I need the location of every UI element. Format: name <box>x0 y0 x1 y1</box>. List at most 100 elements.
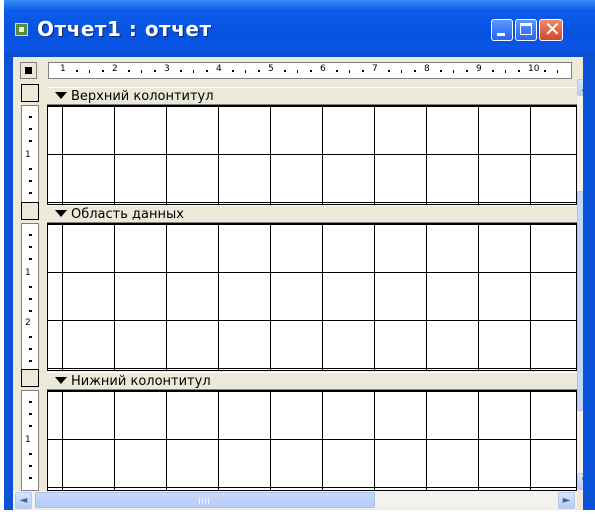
ruler-label: 6 <box>320 64 326 74</box>
section-selector-page-footer[interactable] <box>21 369 39 387</box>
ruler-tick <box>505 70 506 73</box>
grip-line <box>205 498 206 504</box>
ruler-tick <box>76 70 78 72</box>
grip-line <box>199 498 200 504</box>
section-arrow-icon <box>55 92 67 99</box>
ruler-label: 1 <box>60 64 66 74</box>
ruler-tick <box>89 70 90 73</box>
detail-grid[interactable] <box>47 223 577 371</box>
ruler-tick <box>29 348 32 350</box>
maximize-button[interactable] <box>515 19 537 41</box>
vertical-scroll-thumb[interactable] <box>577 191 583 411</box>
ruler-tick <box>232 70 234 72</box>
ruler-tick <box>492 70 494 72</box>
ruler-tick <box>336 70 338 72</box>
ruler-label: 8 <box>424 64 430 74</box>
section-arrow-icon <box>55 377 67 384</box>
minimize-button[interactable] <box>491 19 513 41</box>
report-design-area: 1 2 3 4 5 6 7 8 9 10 Верхний колонтитул 1 Область… <box>13 57 583 510</box>
ruler-tick <box>141 70 142 73</box>
ruler-tick <box>29 246 32 248</box>
horizontal-ruler[interactable]: 1 2 3 4 5 6 7 8 9 10 <box>48 62 572 79</box>
vertical-ruler-page-header: 1 <box>21 105 39 206</box>
ruler-tick <box>349 70 350 73</box>
size-box <box>577 491 583 509</box>
vertical-ruler-detail: 1 2 <box>21 223 39 372</box>
ruler-label: 4 <box>216 64 222 74</box>
ruler-tick <box>297 70 298 73</box>
window-title: Отчет1 : отчет <box>37 17 212 41</box>
ruler-tick <box>29 477 32 479</box>
horizontal-scroll-thumb[interactable] <box>35 492 375 508</box>
ruler-label: 2 <box>25 318 31 328</box>
ruler-tick <box>29 413 32 415</box>
ruler-tick <box>388 70 390 72</box>
scroll-right-button[interactable]: ► <box>558 492 575 509</box>
section-label: Верхний колонтитул <box>71 89 214 104</box>
ruler-tick <box>401 70 402 73</box>
close-button[interactable]: ✕ <box>539 17 563 41</box>
ruler-tick <box>29 360 32 362</box>
section-bar-detail[interactable]: Область данных <box>47 205 577 223</box>
ruler-label: 3 <box>164 64 170 74</box>
ruler-tick <box>557 70 558 73</box>
ruler-tick <box>362 70 364 72</box>
ruler-tick <box>518 70 520 72</box>
ruler-tick <box>466 70 468 72</box>
ruler-tick <box>29 401 32 403</box>
page-header-grid[interactable] <box>47 105 577 205</box>
ruler-tick <box>29 192 32 194</box>
ruler-tick <box>544 70 546 72</box>
ruler-tick <box>128 70 130 72</box>
ruler-tick <box>245 70 246 73</box>
ruler-tick <box>284 70 286 72</box>
ruler-label: 1 <box>25 268 31 278</box>
grip-line <box>208 498 209 504</box>
ruler-tick <box>29 128 32 130</box>
ruler-tick <box>29 258 32 260</box>
section-bar-page-footer[interactable]: Нижний колонтитул <box>47 372 577 390</box>
section-bar-page-header[interactable]: Верхний колонтитул <box>47 87 577 105</box>
ruler-tick <box>258 70 260 72</box>
ruler-label: 1 <box>25 435 31 445</box>
ruler-tick <box>29 465 32 467</box>
ruler-tick <box>310 70 312 72</box>
minimize-icon <box>497 33 505 36</box>
ruler-label: 2 <box>112 64 118 74</box>
page-footer-grid[interactable] <box>47 390 577 491</box>
ruler-tick <box>206 70 208 72</box>
section-selector-page-header[interactable] <box>21 84 39 102</box>
grip-line <box>202 498 203 504</box>
ruler-tick <box>29 116 32 118</box>
scroll-up-button[interactable]: ▲ <box>577 79 583 96</box>
vertical-scrollbar[interactable]: ▲ ▼ <box>577 79 583 491</box>
ruler-tick <box>29 336 32 338</box>
ruler-label: 7 <box>372 64 378 74</box>
section-label: Нижний колонтитул <box>71 374 211 389</box>
ruler-tick <box>29 453 32 455</box>
ruler-tick <box>180 70 182 72</box>
ruler-label: 1 <box>25 150 31 160</box>
report-icon[interactable] <box>15 23 28 36</box>
scroll-down-button[interactable]: ▼ <box>577 473 583 490</box>
section-selector-detail[interactable] <box>21 202 39 220</box>
section-arrow-icon <box>55 210 67 217</box>
ruler-tick <box>29 298 32 300</box>
vertical-ruler-page-footer: 1 <box>21 390 39 491</box>
select-report-button[interactable] <box>20 62 37 79</box>
ruler-tick <box>29 425 32 427</box>
ruler-tick <box>29 310 32 312</box>
title-bar[interactable]: Отчет1 : отчет ✕ <box>4 0 595 57</box>
ruler-label: 10 <box>528 64 540 74</box>
ruler-label: 5 <box>268 64 274 74</box>
ruler-tick <box>414 70 416 72</box>
ruler-tick <box>29 140 32 142</box>
scroll-left-button[interactable]: ◄ <box>15 492 32 509</box>
report-window: Отчет1 : отчет ✕ 1 2 3 4 5 6 7 8 9 10 Верхний кол… <box>4 0 595 510</box>
ruler-tick <box>193 70 194 73</box>
horizontal-scrollbar[interactable]: ◄ ► <box>13 491 577 509</box>
ruler-tick <box>453 70 454 73</box>
close-icon: ✕ <box>544 17 561 41</box>
ruler-tick <box>440 70 442 72</box>
ruler-tick <box>154 70 156 72</box>
